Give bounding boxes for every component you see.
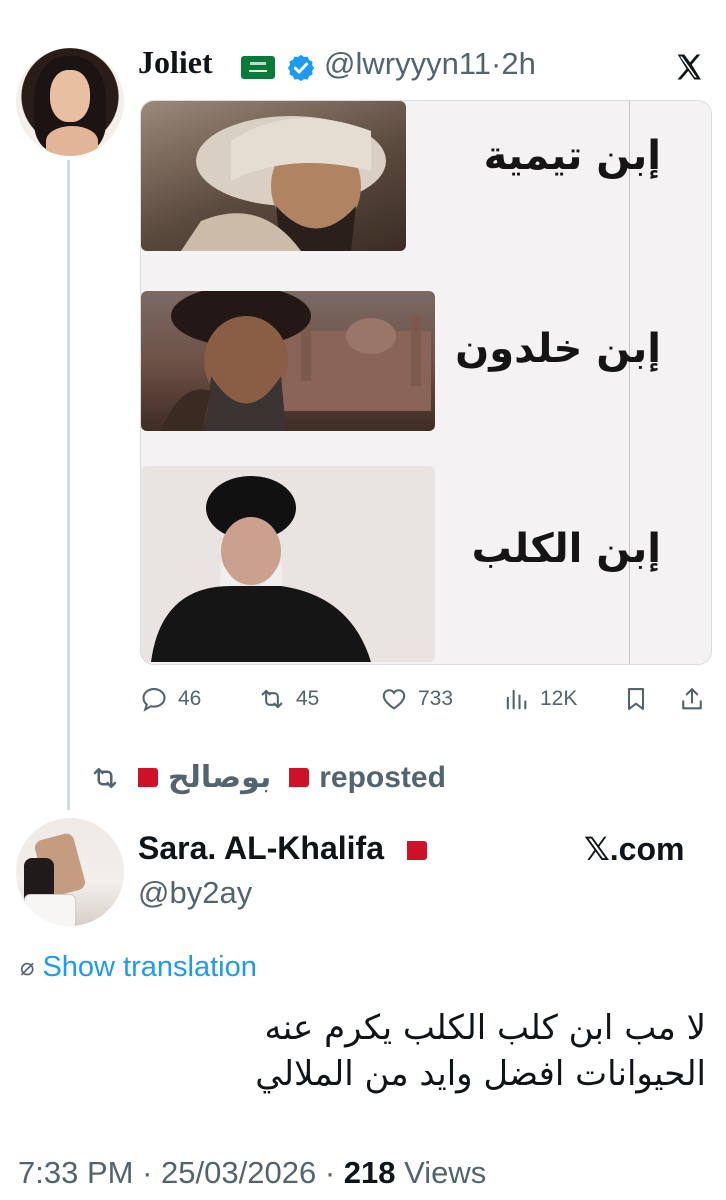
repost-banner[interactable]: بوصالح reposted [90,760,446,795]
handle-and-time: @lwryyyn11·2h [324,46,536,82]
x-logo-icon [677,54,701,80]
handle[interactable]: @lwryyyn11 [324,46,491,81]
handle[interactable]: @by2ay [138,875,252,911]
meme-label-2: إبن خلدون [455,326,661,372]
avatar-face [50,70,90,122]
share-icon [682,688,702,710]
tweet-time[interactable]: 7:33 PM [18,1155,133,1190]
repost-banner-icon [93,767,117,788]
x-com-watermark: 𝕏.com [584,831,685,867]
bahrain-flag-icon [281,768,310,787]
tweet-meta: 7:33 PM · 25/03/2026 · 218 Views [18,1155,486,1191]
views-button[interactable]: 12K [502,685,577,713]
reply-icon [142,688,166,712]
views-icon [506,689,527,710]
portrait-ibn-khaldun [141,291,435,431]
share-button[interactable] [678,685,706,713]
tweet-text-line-2: الحيوانات افضل وايد من الملالي [255,1054,706,1094]
like-icon [382,689,406,710]
saudi-flag-icon [241,56,275,79]
translate-label: Show translation [42,951,257,983]
meme-label-3: إبن الكلب [471,526,661,572]
tweet-image[interactable]: إبن تيمية إبن خلدون إبن الكلب [140,100,712,665]
tweet-text: لا مب ابن كلب الكلب يكرم عنه الحيوانات ا… [26,1005,706,1097]
display-name[interactable]: Joliet [138,44,213,81]
show-translation-link[interactable]: ⌀ Show translation [20,951,257,984]
tweet-date[interactable]: 25/03/2026 [161,1155,316,1190]
separator-dot: · [142,1155,153,1190]
portrait-cleric [141,466,435,662]
views-count: 218 [343,1155,396,1190]
separator-dot: · [491,46,502,81]
bahrain-flag-icon [130,768,158,787]
avatar[interactable] [16,818,124,926]
repost-button[interactable]: 45 [258,685,319,713]
globe-icon: ⌀ [20,954,35,981]
separator-dot: · [324,1155,336,1190]
repost-icon [261,689,283,709]
views-label: Views [404,1155,487,1190]
avatar-shoulder [46,126,98,156]
avatar-mug [24,894,76,926]
reposter-name[interactable]: بوصالح [168,760,271,795]
image-divider [629,101,630,664]
meme-label-1: إبن تيمية [483,133,661,179]
tweet-age[interactable]: 2h [501,46,535,81]
bookmark-button[interactable] [622,685,650,713]
reply-count: 46 [178,687,202,710]
avatar[interactable] [16,48,124,156]
like-button[interactable]: 733 [380,685,453,713]
thread-connector-line [67,160,70,810]
views-count: 12K [540,687,578,710]
display-name[interactable]: Sara. AL-Khalifa [138,830,427,867]
display-name-text: Sara. AL-Khalifa [138,830,384,866]
tweet-text-line-1: لا مب ابن كلب الكلب يكرم عنه [264,1008,706,1048]
reply-button[interactable]: 46 [140,685,201,713]
verified-badge-icon[interactable] [286,53,316,83]
reposted-label: reposted [319,760,446,794]
bookmark-icon [627,688,645,710]
repost-count: 45 [296,687,320,710]
portrait-ibn-taymiyya [141,101,406,251]
bahrain-flag-icon [398,841,427,861]
like-count: 733 [418,687,454,710]
